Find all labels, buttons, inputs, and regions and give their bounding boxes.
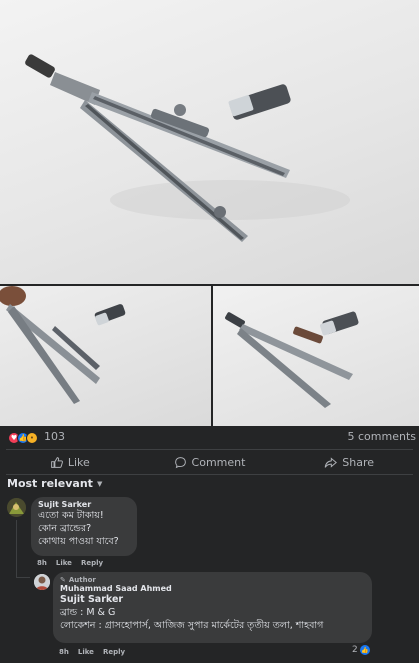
avatar[interactable]	[7, 498, 26, 517]
divider	[6, 449, 413, 450]
comment-author[interactable]: Sujit Sarker	[38, 500, 130, 509]
comment-reply-link[interactable]: Reply	[81, 559, 103, 567]
compass-photo-left	[0, 286, 126, 404]
like-label: Like	[67, 455, 90, 469]
thread-line	[16, 577, 30, 578]
comment-line: কোন ব্রান্ডের?	[38, 523, 92, 534]
comment-line: কোথায় পাওয়া যাবে?	[38, 536, 119, 547]
comment-button[interactable]: Comment	[140, 451, 280, 473]
comment-like-link[interactable]: Like	[56, 559, 72, 567]
reply-likes: 2	[352, 645, 358, 655]
like-icon: 👍	[359, 645, 370, 655]
share-label: Share	[342, 455, 375, 469]
comment-bubble: Sujit Sarker এতো কম টাকায়! কোন ব্রান্ডে…	[31, 497, 137, 556]
author-badge-label: Author	[68, 576, 96, 584]
share-button[interactable]: Share	[279, 451, 419, 473]
like-button[interactable]: Like	[0, 451, 140, 473]
avatar-image	[7, 498, 26, 517]
pencil-icon: ✎	[60, 576, 66, 584]
post-photo-main[interactable]	[0, 0, 419, 284]
reaction-icons[interactable]: ♥ 👍 •	[8, 431, 38, 445]
reply-like-link[interactable]: Like	[78, 648, 94, 656]
reply-like-count[interactable]: 2 👍	[352, 645, 370, 655]
reply-bubble: ✎ Author Muhammad Saad Ahmed Sujit Sarke…	[53, 572, 372, 643]
avatar[interactable]	[34, 574, 50, 590]
avatar-image	[34, 574, 50, 590]
comment-meta: 8h Like Reply	[37, 559, 103, 567]
post-photo-left[interactable]	[0, 286, 211, 426]
reply-time[interactable]: 8h	[59, 648, 69, 656]
reply-meta: 8h Like Reply	[59, 648, 125, 656]
comment-sort-dropdown[interactable]: Most relevant ▼	[7, 477, 102, 490]
comment-line: এতো কম টাকায়!	[38, 510, 104, 521]
reaction-count[interactable]: 103	[44, 430, 65, 443]
comments-count[interactable]: 5 comments	[348, 430, 417, 443]
wow-icon: •	[26, 432, 38, 444]
share-icon	[325, 456, 338, 468]
divider	[6, 474, 413, 475]
reply-line: লোকেশন : গ্রাসহোপার্স, আজিজ সুপার মার্কে…	[60, 620, 324, 631]
post-actions: Like Comment Share	[0, 451, 419, 473]
author-badge: ✎ Author	[60, 576, 365, 584]
post-stats: ♥ 👍 • 103 5 comments	[0, 428, 419, 448]
sort-label: Most relevant	[7, 477, 93, 490]
compass-photo-main	[25, 54, 350, 242]
reply-mention[interactable]: Sujit Sarker	[60, 593, 365, 606]
chevron-down-icon: ▼	[96, 479, 103, 488]
reply-line: ব্রান্ড : M & G	[60, 607, 116, 618]
compass-photo-right	[225, 311, 359, 408]
post-photo-right[interactable]	[213, 286, 419, 426]
facebook-post: ♥ 👍 • 103 5 comments Like Comment Share …	[0, 0, 419, 663]
reply-author[interactable]: Muhammad Saad Ahmed	[60, 584, 365, 593]
reply-reply-link[interactable]: Reply	[103, 648, 125, 656]
comment-label: Comment	[191, 455, 246, 469]
thread-line	[16, 520, 17, 578]
thumbs-up-icon	[50, 456, 63, 468]
comment-time[interactable]: 8h	[37, 559, 47, 567]
comment-icon	[174, 456, 186, 468]
